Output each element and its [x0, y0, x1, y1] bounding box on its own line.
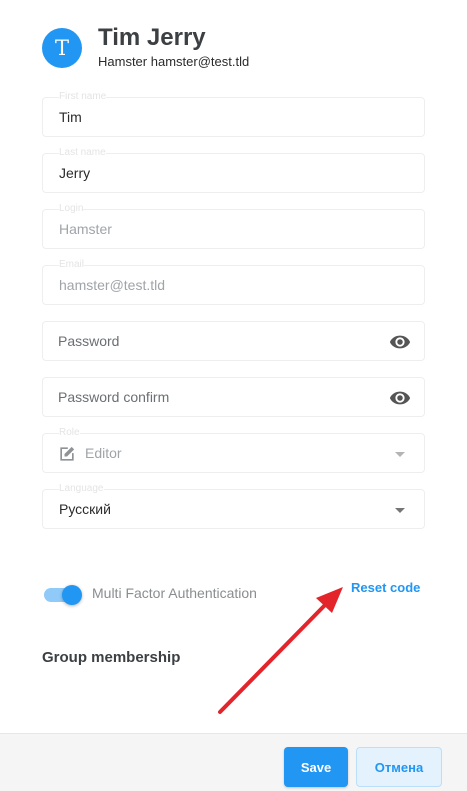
- password-confirm-input[interactable]: [58, 386, 368, 408]
- toggle-knob: [62, 585, 82, 605]
- email-label: Email: [59, 259, 85, 271]
- mfa-row: Multi Factor Authentication Reset code: [42, 580, 425, 610]
- role-select: Role Editor: [42, 427, 425, 473]
- last-name-field[interactable]: Last name Jerry: [42, 147, 425, 193]
- first-name-value[interactable]: Tim: [59, 109, 82, 125]
- language-select[interactable]: Language Русский: [42, 483, 425, 529]
- eye-icon[interactable]: [388, 387, 412, 409]
- first-name-field[interactable]: First name Tim: [42, 91, 425, 137]
- chevron-down-icon[interactable]: [395, 508, 405, 513]
- role-value: Editor: [85, 445, 122, 461]
- reset-code-link[interactable]: Reset code: [351, 580, 420, 595]
- user-name: Tim Jerry: [98, 24, 206, 51]
- login-field: Login Hamster: [42, 203, 425, 249]
- user-header: T Tim Jerry Hamster hamster@test.tld: [42, 24, 425, 74]
- first-name-label: First name: [59, 91, 107, 103]
- role-label: Role: [59, 427, 80, 439]
- save-button[interactable]: Save: [284, 747, 348, 787]
- avatar: T: [42, 28, 82, 68]
- email-value: hamster@test.tld: [59, 277, 166, 293]
- login-label: Login: [59, 203, 84, 215]
- edit-icon: [60, 446, 75, 461]
- eye-icon[interactable]: [388, 331, 412, 353]
- password-field[interactable]: [42, 321, 425, 361]
- last-name-value[interactable]: Jerry: [59, 165, 90, 181]
- mfa-toggle[interactable]: [44, 583, 82, 605]
- language-value[interactable]: Русский: [59, 501, 111, 517]
- user-subtitle: Hamster hamster@test.tld: [98, 54, 250, 69]
- password-confirm-field[interactable]: [42, 377, 425, 417]
- group-membership-title: Group membership: [42, 649, 181, 666]
- chevron-down-icon: [395, 452, 405, 457]
- dialog-footer: Save Отмена: [0, 733, 467, 791]
- email-field: Email hamster@test.tld: [42, 259, 425, 305]
- last-name-label: Last name: [59, 147, 106, 159]
- mfa-label: Multi Factor Authentication: [92, 585, 257, 601]
- login-value: Hamster: [59, 221, 112, 237]
- language-label: Language: [59, 483, 104, 495]
- password-input[interactable]: [58, 330, 368, 352]
- cancel-button[interactable]: Отмена: [356, 747, 442, 787]
